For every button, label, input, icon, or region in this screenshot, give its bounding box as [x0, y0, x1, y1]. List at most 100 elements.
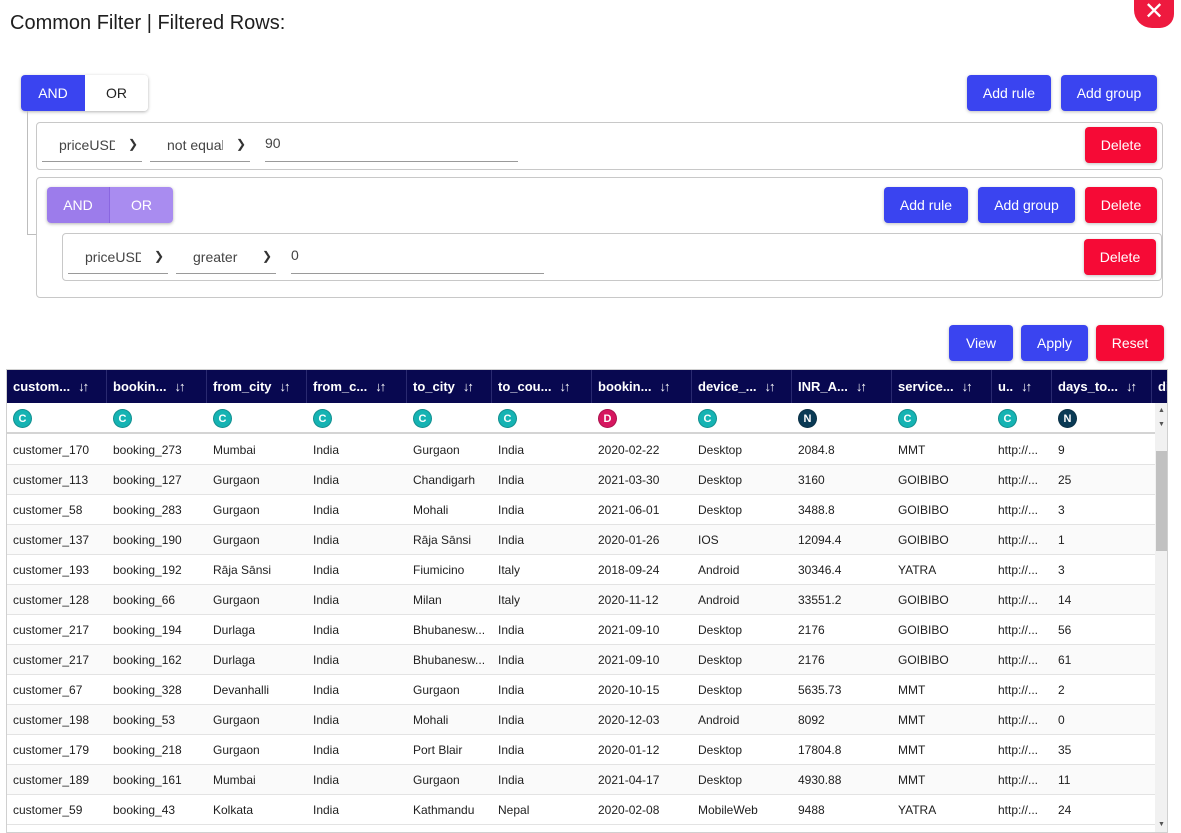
column-header[interactable]: service... ↓↑ — [892, 370, 992, 403]
view-button[interactable]: View — [949, 325, 1013, 361]
table-cell: 2 — [1058, 683, 1065, 697]
table-row[interactable]: customer_198 booking_53 Gurgaon India Mohali… — [7, 705, 1155, 735]
table-cell: Kathmandu — [413, 803, 475, 817]
column-header-label: to_city — [413, 379, 455, 394]
sort-icon[interactable]: ↓↑ — [1021, 379, 1032, 394]
table-cell: 61 — [1058, 653, 1072, 667]
table-row[interactable]: customer_128 booking_66 Gurgaon India Milan I… — [7, 585, 1155, 615]
apply-button[interactable]: Apply — [1021, 325, 1088, 361]
table-cell: 2020-01-12 — [598, 743, 660, 757]
group-add-rule-button[interactable]: Add rule — [884, 187, 968, 223]
table-cell: Desktop — [698, 653, 743, 667]
group-or-toggle[interactable]: OR — [110, 187, 173, 223]
table-cell: India — [313, 503, 340, 517]
sort-icon[interactable]: ↓↑ — [280, 379, 291, 394]
column-header[interactable]: days_to... ↓↑ — [1052, 370, 1152, 403]
sort-icon[interactable]: ↓↑ — [856, 379, 867, 394]
table-cell: booking_190 — [113, 533, 182, 547]
sort-icon[interactable]: ↓↑ — [174, 379, 185, 394]
close-button[interactable]: ✕ — [1134, 0, 1174, 28]
sort-icon[interactable]: ↓↑ — [78, 379, 89, 394]
column-header[interactable]: INR_A... ↓↑ — [792, 370, 892, 403]
root-and-toggle[interactable]: AND — [21, 75, 85, 111]
table-row[interactable]: customer_59 booking_43 Kolkata India Kathman… — [7, 795, 1155, 825]
table-row[interactable]: customer_58 booking_283 Gurgaon India Mohali… — [7, 495, 1155, 525]
column-header[interactable]: device_... ↓↑ — [692, 370, 792, 403]
column-type-badge: C — [113, 409, 132, 428]
column-header-label: bookin... — [598, 379, 652, 394]
column-type-badge: C — [698, 409, 717, 428]
group-rule-delete-button[interactable]: Delete — [1084, 239, 1156, 275]
root-add-rule-button[interactable]: Add rule — [967, 75, 1051, 111]
table-cell: MMT — [898, 743, 926, 757]
table-row[interactable]: customer_67 booking_328 Devanhalli India Gur… — [7, 675, 1155, 705]
table-cell: India — [313, 473, 340, 487]
sort-icon[interactable]: ↓↑ — [375, 379, 386, 394]
rule-operator-select[interactable]: not equal ❯ — [150, 128, 250, 162]
table-row[interactable]: customer_137 booking_190 Gurgaon India Rāja … — [7, 525, 1155, 555]
table-cell: 3488.8 — [798, 503, 835, 517]
column-header[interactable]: di — [1152, 370, 1167, 403]
column-type-badge: N — [1058, 409, 1077, 428]
table-cell: GOIBIBO — [898, 593, 949, 607]
sort-icon[interactable]: ↓↑ — [463, 379, 474, 394]
table-cell: http://... — [998, 623, 1039, 637]
group-delete-button[interactable]: Delete — [1085, 187, 1157, 223]
rule-field-select[interactable]: priceUSD ❯ — [42, 128, 142, 162]
column-header[interactable]: bookin... ↓↑ — [592, 370, 692, 403]
sort-icon[interactable]: ↓↑ — [559, 379, 570, 394]
table-cell: 25 — [1058, 473, 1072, 487]
table-cell: GOIBIBO — [898, 503, 949, 517]
table-cell: customer_59 — [13, 803, 83, 817]
root-or-toggle[interactable]: OR — [85, 75, 148, 111]
table-cell: customer_217 — [13, 623, 90, 637]
table-row[interactable]: customer_170 booking_273 Mumbai India Gurgao… — [7, 435, 1155, 465]
column-header[interactable]: u.. ↓↑ — [992, 370, 1052, 403]
scrollbar-thumb[interactable] — [1156, 451, 1167, 551]
table-cell: GOIBIBO — [898, 473, 949, 487]
sort-icon[interactable]: ↓↑ — [1126, 379, 1137, 394]
table-row[interactable]: customer_189 booking_161 Mumbai India Gurgao… — [7, 765, 1155, 795]
column-header-label: service... — [898, 379, 954, 394]
vertical-scrollbar[interactable]: ▲ ▼ ▼ — [1155, 403, 1167, 832]
table-cell: 2021-09-10 — [598, 623, 660, 637]
table-cell: Milan — [413, 593, 442, 607]
table-row[interactable]: customer_113 booking_127 Gurgaon India Chand… — [7, 465, 1155, 495]
sort-icon[interactable]: ↓↑ — [765, 379, 776, 394]
column-header[interactable]: custom... ↓↑ — [7, 370, 107, 403]
group-and-toggle[interactable]: AND — [47, 187, 110, 223]
scroll-down-icon[interactable]: ▼ — [1155, 421, 1167, 428]
table-cell: 2021-06-01 — [598, 503, 660, 517]
group-rule-field-select[interactable]: priceUSD ❯ — [68, 240, 168, 274]
table-cell: customer_179 — [13, 743, 90, 757]
column-header[interactable]: from_city ↓↑ — [207, 370, 307, 403]
table-cell: 2084.8 — [798, 443, 835, 457]
column-header[interactable]: to_cou... ↓↑ — [492, 370, 592, 403]
group-add-group-button[interactable]: Add group — [978, 187, 1075, 223]
table-cell: customer_170 — [13, 443, 90, 457]
column-type-badge: C — [898, 409, 917, 428]
column-header[interactable]: to_city ↓↑ — [407, 370, 492, 403]
table-cell: Desktop — [698, 683, 743, 697]
sort-icon[interactable]: ↓↑ — [659, 379, 670, 394]
sort-icon[interactable]: ↓↑ — [962, 379, 973, 394]
table-cell: India — [498, 773, 525, 787]
table-row[interactable]: customer_193 booking_192 Rāja Sānsi India Fi… — [7, 555, 1155, 585]
group-rule-operator-select[interactable]: greater ❯ — [176, 240, 276, 274]
table-cell: http://... — [998, 713, 1039, 727]
table-cell: booking_283 — [113, 503, 182, 517]
root-add-group-button[interactable]: Add group — [1061, 75, 1157, 111]
reset-button[interactable]: Reset — [1096, 325, 1164, 361]
scroll-down-icon[interactable]: ▼ — [1155, 821, 1167, 828]
table-row[interactable]: customer_179 booking_218 Gurgaon India Port … — [7, 735, 1155, 765]
rule-delete-button[interactable]: Delete — [1085, 127, 1157, 163]
rule-value-input[interactable]: 90 — [265, 128, 518, 162]
column-header[interactable]: from_c... ↓↑ — [307, 370, 407, 403]
scroll-up-icon[interactable]: ▲ — [1155, 407, 1167, 414]
group-rule-value-input[interactable]: 0 — [291, 240, 544, 274]
column-type-badge: D — [598, 409, 617, 428]
table-row[interactable]: customer_217 booking_194 Durlaga India Bhuba… — [7, 615, 1155, 645]
table-row[interactable]: customer_217 booking_162 Durlaga India Bhuba… — [7, 645, 1155, 675]
column-header[interactable]: bookin... ↓↑ — [107, 370, 207, 403]
table-cell: 14 — [1058, 593, 1072, 607]
